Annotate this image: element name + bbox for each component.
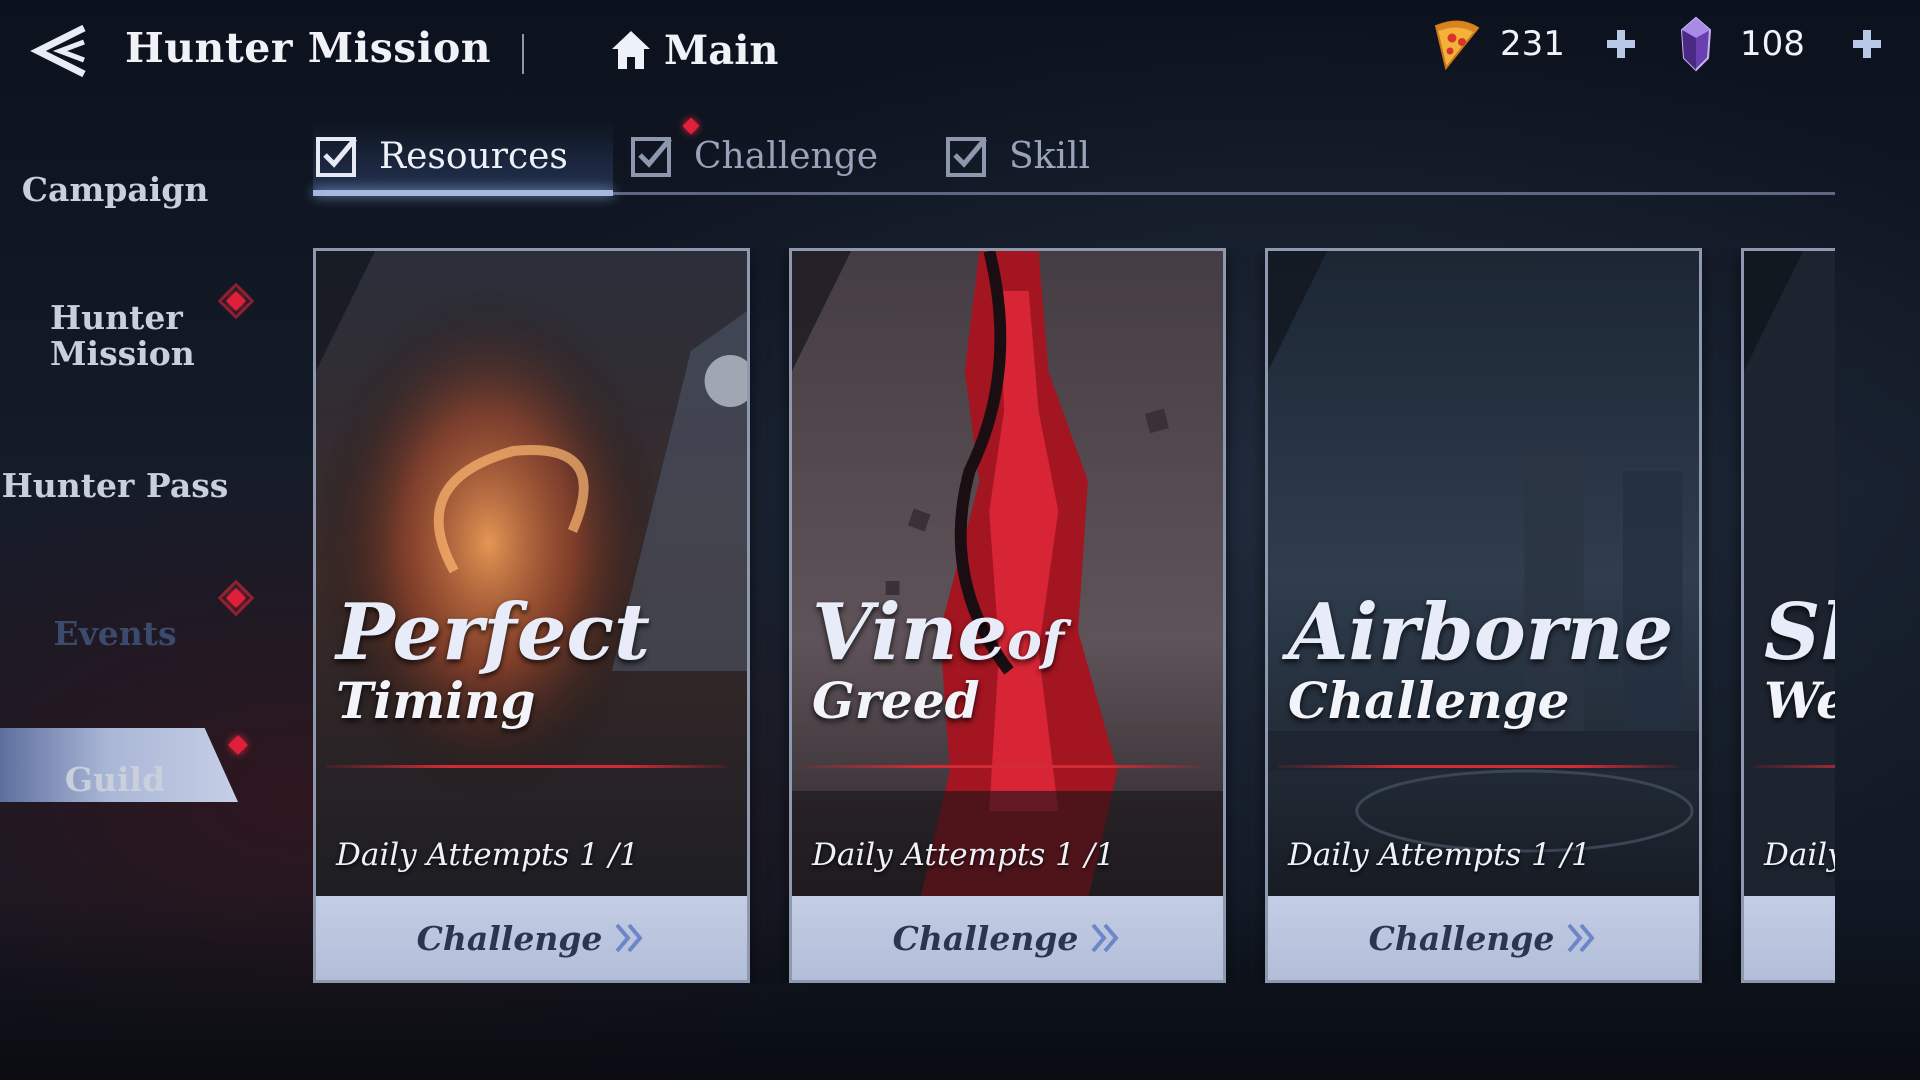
card-title-main: Airborne (1288, 587, 1674, 678)
back-arrow-icon (30, 24, 86, 78)
currency-pizza: 231 (1430, 14, 1638, 74)
page-title: Hunter Mission (125, 24, 492, 72)
card-art-partial (1744, 251, 1835, 899)
crystal-count: 108 (1740, 24, 1805, 64)
checkbox-checked-icon (316, 137, 357, 177)
card-divider (326, 765, 727, 768)
sidebar-item-hunter-pass[interactable]: Hunter Pass (0, 468, 230, 504)
card-art-vine-of-greed (792, 251, 1223, 899)
tab-resources-label: Resources (379, 135, 568, 177)
card-art-perfect-timing (316, 251, 747, 899)
top-bar: Hunter Mission Main 231 108 (0, 0, 1920, 100)
pizza-icon (1434, 20, 1480, 71)
home-label: Main (664, 26, 779, 74)
card-vine-of-greed[interactable]: Vineof Greed Daily Attempts 1 /1 Challen… (789, 248, 1226, 983)
card-airborne-challenge[interactable]: Airborne Challenge Daily Attempts 1 /1 C… (1265, 248, 1702, 983)
card-title-word: Vine (812, 587, 1008, 678)
card-title-main: Sl (1764, 587, 1835, 678)
sidebar-item-guild[interactable]: Guild (0, 762, 230, 798)
daily-attempts: Daily Attempts 1 /1 (812, 837, 1115, 873)
pizza-count: 231 (1500, 24, 1565, 64)
card-title-main: Perfect (336, 587, 650, 678)
checkbox-checked-icon (631, 137, 672, 177)
guild-badge (228, 735, 248, 755)
sidebar-item-campaign[interactable]: Campaign (0, 172, 230, 208)
challenge-button-label: Challenge (416, 918, 603, 958)
sidebar: Campaign Hunter Mission Hunter Pass Even… (0, 130, 255, 830)
tab-challenge-label: Challenge (694, 135, 879, 177)
purple-crystal-icon (1680, 16, 1712, 72)
card-divider (1754, 765, 1835, 768)
card-divider (802, 765, 1203, 768)
challenge-button[interactable]: Challenge (792, 896, 1223, 980)
card-title-sub: Greed (812, 671, 980, 730)
challenge-button[interactable]: Challenge (316, 896, 747, 980)
tab-skill-label: Skill (1009, 135, 1091, 177)
tab-active-indicator (313, 190, 613, 196)
tab-challenge[interactable]: Challenge (630, 128, 878, 184)
card-title-sub: We (1764, 671, 1835, 730)
checkbox-checked-icon (946, 137, 987, 177)
daily-attempts: Daily (1764, 837, 1835, 873)
back-button[interactable] (26, 20, 96, 82)
daily-attempts: Daily Attempts 1 /1 (1288, 837, 1591, 873)
home-icon (612, 31, 650, 69)
double-chevron-right-icon (1567, 923, 1596, 953)
card-partial[interactable]: Sl We Daily (1741, 248, 1835, 983)
daily-attempts: Daily Attempts 1 /1 (336, 837, 639, 873)
tab-skill[interactable]: Skill (945, 128, 1090, 184)
challenge-button-label: Challenge (1368, 918, 1555, 958)
card-perfect-timing[interactable]: Perfect Timing Daily Attempts 1 /1 Chall… (313, 248, 750, 983)
home-button[interactable]: Main (608, 22, 778, 78)
challenge-button[interactable] (1744, 896, 1835, 980)
events-badge (217, 579, 255, 617)
add-crystal-button[interactable] (1850, 27, 1884, 61)
double-chevron-right-icon (1091, 923, 1120, 953)
card-title-sub: Challenge (1288, 671, 1570, 730)
card-art-airborne-challenge (1268, 251, 1699, 899)
challenge-button[interactable]: Challenge (1268, 896, 1699, 980)
divider (522, 34, 524, 74)
card-title-sub: Timing (336, 671, 536, 730)
tab-resources[interactable]: Resources (315, 128, 568, 184)
double-chevron-right-icon (615, 923, 644, 953)
sidebar-item-events[interactable]: Events (0, 616, 230, 652)
card-divider (1278, 765, 1679, 768)
mission-cards: Perfect Timing Daily Attempts 1 /1 Chall… (313, 248, 1835, 983)
card-title-of: of (1007, 611, 1065, 672)
sidebar-item-hunter-mission[interactable]: Hunter Mission (0, 300, 230, 372)
challenge-button-label: Challenge (892, 918, 1079, 958)
currency-crystal: 108 (1670, 14, 1884, 74)
add-pizza-button[interactable] (1604, 27, 1638, 61)
tab-bar: Resources Challenge Skill (313, 117, 1835, 200)
